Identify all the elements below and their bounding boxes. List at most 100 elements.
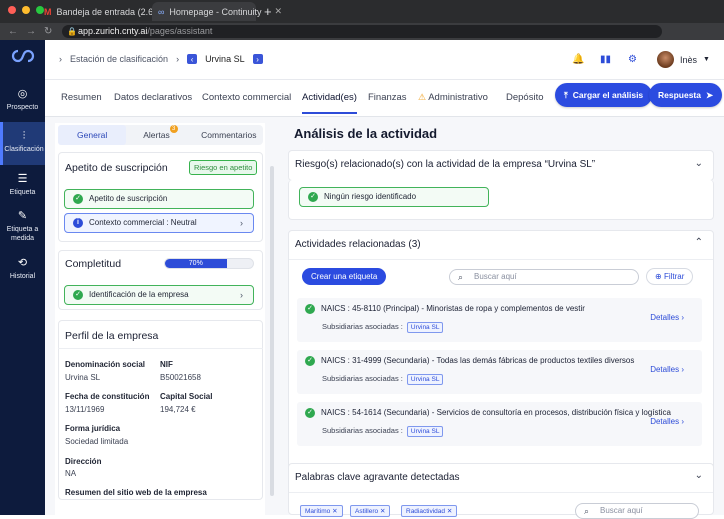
activity-item: ✓ NAICS : 54-1614 (Secundaria) - Servicio… bbox=[297, 402, 702, 446]
next-company-button[interactable]: › bbox=[252, 54, 263, 64]
field-label: Dirección bbox=[65, 457, 102, 466]
browser-tab-gmail[interactable]: M Bandeja de entrada (2.619) ✕ bbox=[38, 2, 187, 21]
chevron-right-icon: › bbox=[681, 365, 684, 374]
browser-tab-continuity[interactable]: ∞ Homepage - Continuity ✕ bbox=[152, 2, 282, 21]
chevron-right-icon: › bbox=[176, 54, 180, 64]
link-label: Detalles bbox=[650, 313, 680, 322]
link-label: Detalles bbox=[650, 417, 680, 426]
sidebar-item-prospecto[interactable]: ◎ Prospecto bbox=[0, 88, 45, 112]
tab-contexto-commercial[interactable]: Contexto commercial bbox=[202, 92, 291, 103]
breadcrumb: › Estación de clasificación › ‹ Urvina S… bbox=[59, 54, 263, 64]
chevron-right-icon: › bbox=[681, 313, 684, 322]
continuity-logo[interactable] bbox=[11, 49, 35, 63]
tab-actividades[interactable]: Actividad(es) bbox=[302, 92, 357, 114]
apetito-title: Apetito de suscripción bbox=[65, 162, 168, 174]
close-icon[interactable]: ✕ bbox=[380, 508, 385, 515]
user-menu[interactable]: Inès ▼ bbox=[657, 51, 710, 68]
activity-item: ✓ NAICS : 31-4999 (Secundaria) - Todas la… bbox=[297, 350, 702, 394]
button-label: Cargar el análisis bbox=[572, 90, 644, 100]
tab-label: Administrativo bbox=[428, 92, 488, 103]
keyword-search-input[interactable]: ⌕ Buscar aquí bbox=[575, 503, 699, 519]
browser-chrome: M Bandeja de entrada (2.619) ✕ ∞ Homepag… bbox=[0, 0, 724, 59]
detalles-link[interactable]: Detalles › bbox=[650, 365, 684, 374]
reload-icon[interactable]: ↻ bbox=[44, 26, 54, 37]
check-circle-icon: ✓ bbox=[305, 356, 315, 366]
riesgo-card-body: ✓ Ningún riesgo identificado bbox=[288, 180, 714, 220]
riesgo-card-header[interactable]: Riesgo(s) relacionado(s) con la activida… bbox=[288, 150, 714, 181]
forward-icon[interactable]: → bbox=[26, 26, 36, 37]
sidebar-item-etiqueta-a-medida[interactable]: ✎ Etiqueta a medida bbox=[0, 211, 45, 243]
row-label: Identificación de la empresa bbox=[89, 290, 189, 299]
tab-finanzas[interactable]: Finanzas bbox=[368, 92, 407, 103]
keyword-label: Marítimo bbox=[305, 508, 331, 515]
caret-down-icon: ▼ bbox=[703, 56, 710, 63]
keyword-tag: Astillero ✕ bbox=[350, 505, 391, 517]
divider bbox=[58, 348, 263, 349]
check-circle-icon: ✓ bbox=[305, 304, 315, 314]
keyword-label: Radiactividad bbox=[406, 508, 446, 515]
target-icon: ◎ bbox=[17, 88, 28, 100]
filtrar-button[interactable]: ⊕ Filtrar bbox=[646, 268, 694, 285]
row-label: Apetito de suscripción bbox=[89, 194, 168, 203]
apetito-row[interactable]: ✓ Apetito de suscripción bbox=[64, 189, 254, 209]
main-area: › Estación de clasificación › ‹ Urvina S… bbox=[45, 40, 724, 519]
cargar-analisis-button[interactable]: ⤒ Cargar el análisis bbox=[555, 83, 653, 107]
sidebar-item-etiqueta[interactable]: ☰ Etiqueta bbox=[0, 174, 45, 197]
chevron-up-icon[interactable]: ⌃ bbox=[695, 237, 703, 248]
back-icon[interactable]: ← bbox=[8, 26, 18, 37]
chevron-right-icon: › bbox=[681, 417, 684, 426]
close-icon[interactable]: ✕ bbox=[332, 508, 337, 515]
subtab-commentarios[interactable]: Commentarios bbox=[195, 125, 263, 145]
tab-resumen[interactable]: Resumen bbox=[61, 92, 102, 103]
tab-administrativo[interactable]: ⚠ Administrativo bbox=[418, 92, 488, 103]
detalles-link[interactable]: Detalles › bbox=[650, 313, 684, 322]
field-value: 13/11/1969 bbox=[65, 405, 105, 414]
crear-etiqueta-button[interactable]: Crear una etiqueta bbox=[302, 268, 387, 285]
subsidiary-tag: Urvina SL bbox=[406, 374, 444, 385]
close-icon[interactable]: ✕ bbox=[447, 508, 452, 515]
book-icon[interactable]: ▮▮ bbox=[600, 54, 611, 65]
respuesta-button[interactable]: Respuesta ➤ bbox=[649, 83, 723, 107]
activity-text: NAICS : 54-1614 (Secundaria) - Servicios… bbox=[321, 408, 671, 418]
send-icon: ➤ bbox=[706, 89, 714, 100]
subsidiary-tag: Urvina SL bbox=[406, 322, 444, 333]
previous-company-button[interactable]: ‹ bbox=[187, 54, 198, 64]
tab-datos-declarativos[interactable]: Datos declarativos bbox=[114, 92, 192, 103]
plus-circle-icon: ⊕ bbox=[655, 272, 662, 281]
sidebar-item-historial[interactable]: ⟲ Historial bbox=[0, 257, 45, 281]
search-icon: ⌕ bbox=[584, 506, 590, 516]
breadcrumb-current: Urvina SL bbox=[205, 54, 245, 64]
app-sidebar: ◎ Prospecto ⫶ Clasificación ☰ Etiqueta ✎… bbox=[0, 40, 45, 515]
field-label: NIF bbox=[160, 360, 173, 369]
check-circle-icon: ✓ bbox=[73, 193, 83, 204]
left-subtabs: General Alertas3 Commentarios bbox=[58, 125, 263, 145]
address-bar[interactable]: 🔒 app.zurich.cnty.ai/pages/assistant bbox=[62, 25, 662, 38]
history-icon: ⟲ bbox=[17, 257, 28, 269]
button-label: Respuesta bbox=[658, 90, 701, 100]
field-value: 194,724 € bbox=[160, 405, 196, 414]
new-tab-button[interactable]: + bbox=[258, 2, 278, 21]
tab-deposito[interactable]: Depósito bbox=[506, 92, 544, 103]
identificacion-row[interactable]: ✓ Identificación de la empresa › bbox=[64, 285, 254, 305]
search-input[interactable]: ⌕ Buscar aquí bbox=[449, 269, 639, 285]
subtab-alertas[interactable]: Alertas3 bbox=[126, 125, 194, 145]
field-value: B50021658 bbox=[160, 373, 201, 382]
gear-icon[interactable]: ⚙ bbox=[628, 54, 637, 65]
activity-item: ✓ NAICS : 45-8110 (Principal) - Minorista… bbox=[297, 298, 702, 342]
bell-icon[interactable]: 🔔 bbox=[572, 54, 584, 65]
chevron-down-icon[interactable]: ⌄ bbox=[695, 470, 703, 481]
keyword-tag: Radiactividad ✕ bbox=[401, 505, 458, 517]
search-placeholder: Buscar aquí bbox=[474, 272, 517, 281]
minimize-window-button[interactable] bbox=[22, 6, 30, 14]
completitud-progress-bar: 70% bbox=[164, 258, 254, 269]
subtab-general[interactable]: General bbox=[58, 125, 127, 145]
breadcrumb-parent[interactable]: Estación de clasificación bbox=[70, 54, 168, 64]
detalles-link[interactable]: Detalles › bbox=[650, 417, 684, 426]
chevron-down-icon: ⌄ bbox=[694, 158, 703, 169]
sidebar-item-clasificacion[interactable]: ⫶ Clasificación bbox=[0, 122, 45, 165]
close-window-button[interactable] bbox=[8, 6, 16, 14]
url-bar-row: ← → ↻ 🔒 app.zurich.cnty.ai/pages/assista… bbox=[0, 23, 724, 59]
left-scrollbar[interactable] bbox=[270, 166, 274, 496]
lock-icon: 🔒 bbox=[67, 27, 77, 36]
contexto-row[interactable]: i Contexto commercial : Neutral › bbox=[64, 213, 254, 233]
